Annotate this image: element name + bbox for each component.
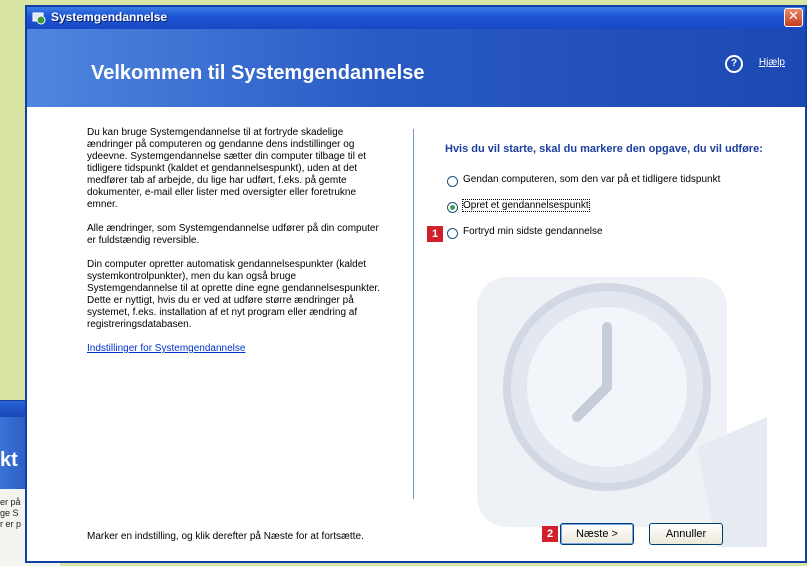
- footer-instruction: Marker en indstilling, og klik derefter …: [87, 531, 364, 542]
- option-create-restore-point[interactable]: Opret et gendannelsespunkt: [445, 199, 765, 213]
- description-paragraph: Din computer opretter automatisk gendann…: [87, 259, 380, 330]
- clock-watermark-icon: [477, 277, 767, 547]
- settings-link[interactable]: Indstillinger for Systemgendannelse: [87, 343, 245, 354]
- callout-badge-1: 1: [427, 226, 443, 242]
- description-text: Du kan bruge Systemgendannelse til at fo…: [87, 127, 387, 355]
- option-label[interactable]: Fortryd min sidste gendannelse: [463, 226, 603, 237]
- option-label[interactable]: Opret et gendannelsespunkt: [462, 199, 590, 212]
- description-paragraph: Alle ændringer, som Systemgendannelse ud…: [87, 223, 379, 246]
- radio-restore-computer[interactable]: [447, 176, 458, 187]
- radio-undo-last-restore[interactable]: [447, 228, 458, 239]
- vertical-divider: [413, 129, 414, 499]
- option-label[interactable]: Gendan computeren, som den var på et tid…: [463, 174, 720, 185]
- help-link[interactable]: Hjælp: [759, 57, 785, 68]
- system-restore-app-icon: [32, 12, 46, 25]
- title-bar[interactable]: Systemgendannelse ✕: [27, 7, 805, 29]
- system-restore-window: Systemgendannelse ✕ Velkommen til System…: [25, 5, 807, 563]
- header-banner: Velkommen til Systemgendannelse ? Hjælp: [27, 29, 805, 107]
- window-title: Systemgendannelse: [51, 10, 168, 24]
- description-paragraph: Du kan bruge Systemgendannelse til at fo…: [87, 127, 367, 210]
- option-restore-computer[interactable]: Gendan computeren, som den var på et tid…: [445, 174, 765, 187]
- callout-badge-2: 2: [542, 526, 558, 542]
- next-button[interactable]: Næste >: [560, 523, 634, 545]
- page-title: Velkommen til Systemgendannelse: [91, 62, 425, 84]
- option-undo-last-restore[interactable]: Fortryd min sidste gendannelse: [445, 226, 765, 239]
- close-button[interactable]: ✕: [784, 8, 803, 27]
- radio-create-restore-point[interactable]: [447, 202, 458, 213]
- cancel-button[interactable]: Annuller: [649, 523, 723, 545]
- content-area: Du kan bruge Systemgendannelse til at fo…: [27, 107, 805, 561]
- task-heading: Hvis du vil starte, skal du markere den …: [445, 143, 763, 155]
- task-options-panel: Hvis du vil starte, skal du markere den …: [445, 143, 765, 252]
- help-icon[interactable]: ?: [725, 55, 743, 73]
- background-window-title: kt: [0, 449, 18, 471]
